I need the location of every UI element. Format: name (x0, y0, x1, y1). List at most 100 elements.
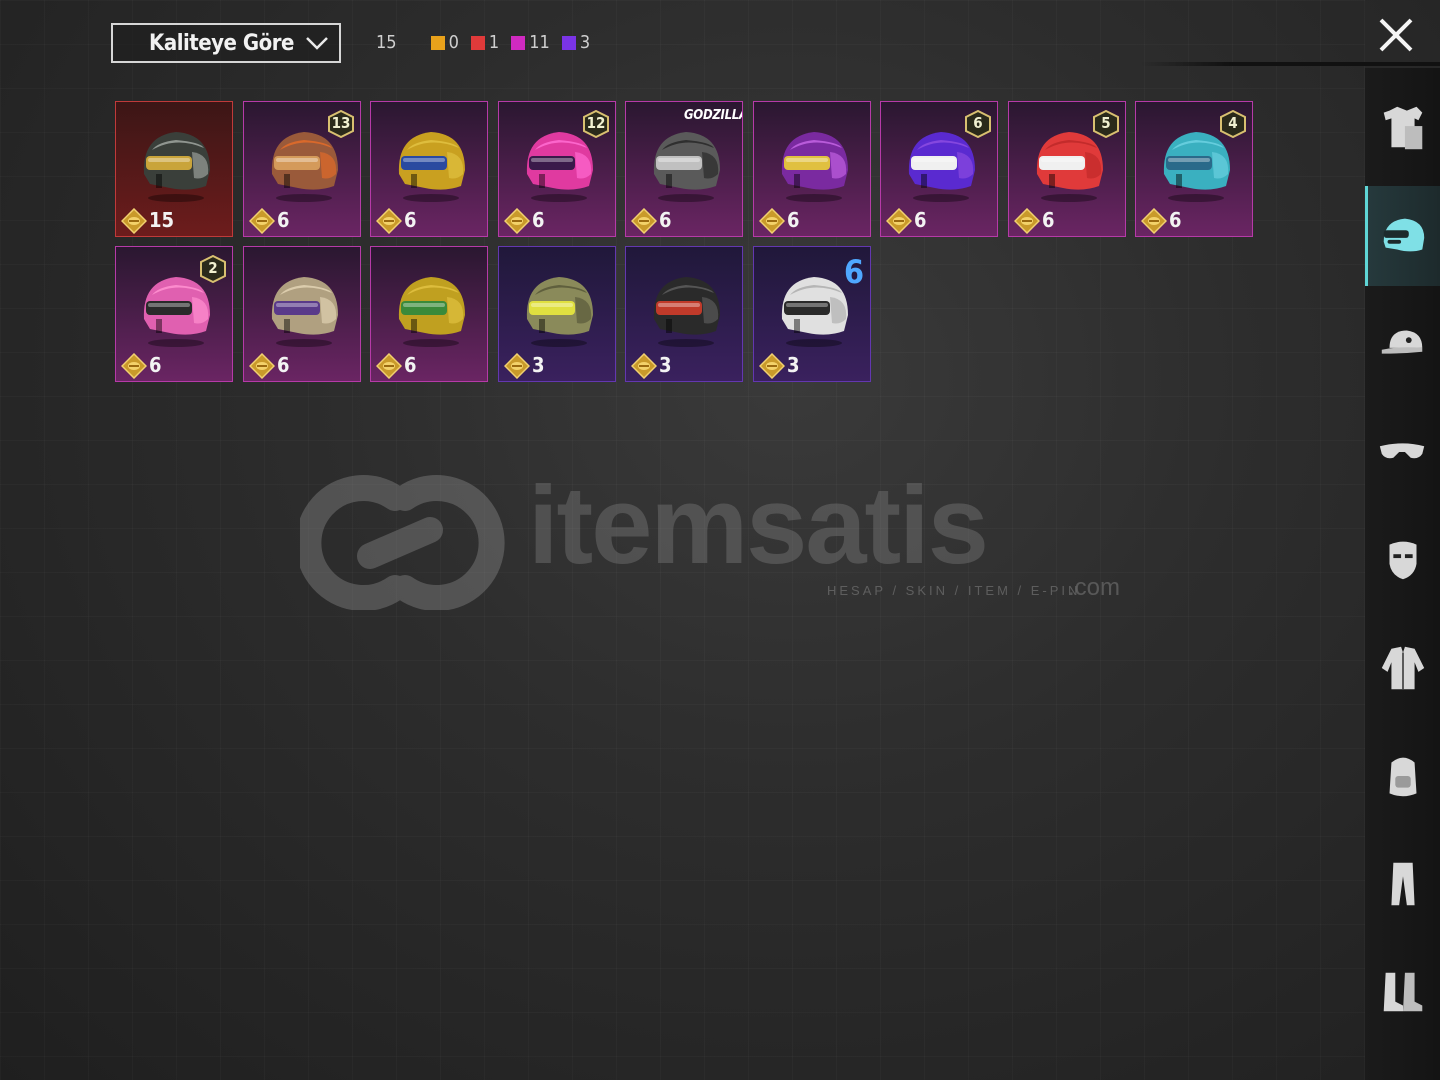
item-card[interactable]: 6 (753, 101, 871, 237)
quality-swatch (430, 35, 445, 50)
item-price: 6 (787, 208, 800, 232)
coin-icon (504, 353, 530, 379)
coin-icon (1141, 208, 1167, 234)
item-card[interactable]: 15 (115, 101, 233, 237)
sort-dropdown-label: Kaliteye Göre (149, 30, 294, 56)
coin-icon (376, 353, 402, 379)
helmet-icon (653, 277, 720, 347)
coin-icon (121, 353, 147, 379)
helmet-icon (143, 132, 210, 202)
level-badge-number: 5 (1101, 114, 1111, 132)
item-price: 6 (1042, 208, 1055, 232)
jacket-icon (1381, 646, 1424, 690)
sidebar-item-helmet[interactable] (1365, 186, 1440, 286)
item-card[interactable]: 46 (1135, 101, 1253, 237)
coin-icon (1014, 208, 1040, 234)
item-price: 3 (532, 353, 545, 377)
quality-count: 0 (448, 32, 459, 53)
quality-count-group: 1 (470, 32, 500, 53)
close-icon[interactable] (1378, 17, 1414, 53)
chevron-down-icon (306, 37, 328, 50)
item-card[interactable]: 3 (498, 246, 616, 382)
item-card[interactable]: 3 (625, 246, 743, 382)
item-price: 6 (277, 353, 290, 377)
sidebar-item-mask[interactable] (1365, 510, 1440, 610)
pants-icon (1390, 862, 1415, 906)
coin-icon (886, 208, 912, 234)
item-card[interactable]: 6 (370, 246, 488, 382)
sidebar-item-boots[interactable] (1365, 942, 1440, 1042)
outfit-icon (1383, 106, 1422, 150)
coin-icon (759, 208, 785, 234)
quality-count-group: 3 (561, 32, 591, 53)
coin-icon (759, 353, 785, 379)
item-card[interactable]: 63 (753, 246, 871, 382)
sort-dropdown[interactable]: Kaliteye Göre (111, 23, 341, 63)
watermark-domain: .com (1068, 574, 1121, 601)
coin-icon (249, 353, 275, 379)
coin-icon (504, 208, 530, 234)
glasses-icon (1379, 443, 1424, 459)
coin-icon (376, 208, 402, 234)
sidebar-item-outfit[interactable] (1365, 78, 1440, 178)
item-card[interactable]: GODZILLA 6 (625, 101, 743, 237)
item-card[interactable]: 66 (880, 101, 998, 237)
mask-icon (1389, 541, 1416, 580)
sidebar-item-backpack[interactable] (1365, 726, 1440, 826)
watermark-text: itemsatis (528, 464, 989, 587)
helmet-icon (398, 132, 465, 202)
level-badge-number: 6 (973, 114, 983, 132)
quality-count: 11 (529, 32, 550, 53)
watermark-subtitle: HESAP / SKIN / ITEM / E-PIN (827, 583, 1081, 598)
coin-icon (631, 208, 657, 234)
helmet-icon (398, 277, 465, 347)
quality-counts: 15 0 1 11 3 (376, 32, 602, 53)
total-count: 15 (376, 32, 397, 53)
cap-icon (1381, 330, 1422, 354)
level-badge-number: 13 (331, 114, 351, 132)
sidebar-item-jacket[interactable] (1365, 618, 1440, 718)
item-price: 6 (659, 208, 672, 232)
item-card[interactable]: 6 (370, 101, 488, 237)
sidebar-item-pants[interactable] (1365, 834, 1440, 934)
helmet-icon (781, 132, 848, 202)
backpack-icon (1389, 757, 1416, 797)
item-card[interactable]: 26 (115, 246, 233, 382)
item-price: 15 (149, 208, 175, 232)
quality-swatch (561, 35, 576, 50)
helmet-icon (271, 277, 338, 347)
quality-count: 3 (579, 32, 591, 53)
category-sidebar (1365, 68, 1440, 1080)
item-price: 6 (532, 208, 545, 232)
helmet-icon (653, 132, 720, 202)
level-badge-number: 12 (586, 114, 606, 132)
item-price: 6 (404, 353, 417, 377)
boots-icon (1383, 972, 1422, 1012)
item-price: 6 (277, 208, 290, 232)
quality-count-group: 11 (511, 32, 550, 53)
helmet-icon (526, 277, 593, 347)
season-badge: 6 (843, 253, 864, 291)
item-card[interactable]: 56 (1008, 101, 1126, 237)
quality-count: 1 (488, 32, 500, 53)
level-badge-number: 4 (1228, 114, 1238, 132)
brand-label: GODZILLA (684, 108, 743, 123)
sidebar-item-glasses[interactable] (1365, 402, 1440, 502)
helmet-icon (1383, 218, 1424, 252)
quality-swatch (470, 35, 485, 50)
quality-count-group: 0 (430, 32, 459, 53)
level-badge-number: 2 (208, 259, 218, 277)
sidebar-item-cap[interactable] (1365, 294, 1440, 394)
item-price: 6 (404, 208, 417, 232)
item-card[interactable]: 6 (243, 246, 361, 382)
coin-icon (631, 353, 657, 379)
item-price: 3 (659, 353, 672, 377)
item-card[interactable]: 13 6 (243, 101, 361, 237)
item-card[interactable]: 12 6 (498, 101, 616, 237)
item-price: 3 (787, 353, 800, 377)
coin-icon (121, 208, 147, 234)
item-price: 6 (1169, 208, 1182, 232)
coin-icon (249, 208, 275, 234)
item-price: 6 (149, 353, 162, 377)
header-divider (1140, 62, 1440, 66)
